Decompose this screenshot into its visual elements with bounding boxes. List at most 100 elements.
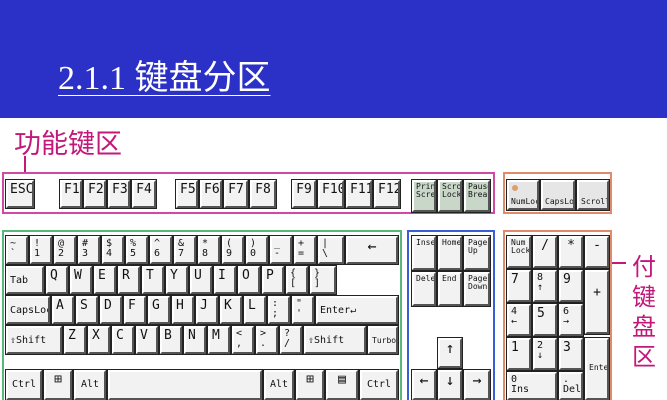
key-h[interactable]: H (171, 295, 195, 325)
key-backspace[interactable]: ← (345, 235, 399, 265)
key-arrow-left[interactable]: ← (411, 369, 437, 400)
key-u[interactable]: U (189, 265, 213, 295)
key-comma[interactable]: < , (231, 325, 255, 355)
key-left-alt[interactable]: Alt (73, 369, 107, 400)
key-x[interactable]: X (87, 325, 111, 355)
key-3[interactable]: # 3 (77, 235, 101, 265)
key-g[interactable]: G (147, 295, 171, 325)
key-equal[interactable]: + = (293, 235, 317, 265)
key-page-up[interactable]: Page Up (463, 235, 491, 271)
key-scroll-lock[interactable]: Scroll Lock (437, 179, 463, 213)
key-num-3[interactable]: 3 (558, 337, 584, 371)
key-arrow-up[interactable]: ↑ (437, 337, 463, 369)
key-num-1[interactable]: 1 (506, 337, 532, 371)
key-end[interactable]: End (437, 271, 463, 307)
key-semicolon[interactable]: : ; (267, 295, 291, 325)
key-c[interactable]: C (111, 325, 135, 355)
key-num-divide[interactable]: / (532, 235, 558, 269)
key-b[interactable]: B (159, 325, 183, 355)
key-0[interactable]: ) 0 (245, 235, 269, 265)
key-j[interactable]: J (195, 295, 219, 325)
key-num-lock[interactable]: Num Lock (506, 235, 532, 269)
key-i[interactable]: I (213, 265, 237, 295)
key-f6[interactable]: F6 (199, 179, 223, 209)
key-esc[interactable]: ESC (5, 179, 35, 209)
key-quote[interactable]: " ' (291, 295, 315, 325)
key-turbo[interactable]: Turbo (367, 325, 399, 355)
key-enter[interactable]: Enter↵ (315, 295, 399, 325)
key-num-6[interactable]: 6 → (558, 303, 584, 337)
key-pause-break[interactable]: Pause Break (463, 179, 491, 213)
key-slash[interactable]: ? / (279, 325, 303, 355)
key-v[interactable]: V (135, 325, 159, 355)
key-f12[interactable]: F12 (373, 179, 401, 209)
key-f4[interactable]: F4 (131, 179, 157, 209)
key-p[interactable]: P (261, 265, 285, 295)
key-insert[interactable]: Insert (411, 235, 437, 271)
key-num-9[interactable]: 9 (558, 269, 584, 303)
key-right-win[interactable]: ⊞ (295, 369, 325, 400)
key-print-screen[interactable]: Print Screen (411, 179, 437, 213)
key-arrow-down[interactable]: ↓ (437, 369, 463, 400)
key-q[interactable]: Q (45, 265, 69, 295)
key-left-win[interactable]: ⊞ (43, 369, 73, 400)
key-page-down[interactable]: Page Down (463, 271, 491, 307)
key-num-add[interactable]: + (584, 269, 610, 335)
key-minus[interactable]: _ - (269, 235, 293, 265)
key-f9[interactable]: F9 (291, 179, 317, 209)
key-6[interactable]: ^ 6 (149, 235, 173, 265)
key-n[interactable]: N (183, 325, 207, 355)
key-num-decimal[interactable]: . Del (558, 371, 584, 400)
key-o[interactable]: O (237, 265, 261, 295)
key-4[interactable]: $ 4 (101, 235, 125, 265)
key-num-subtract[interactable]: - (584, 235, 610, 269)
key-num-8[interactable]: 8 ↑ (532, 269, 558, 303)
key-z[interactable]: Z (63, 325, 87, 355)
key-f[interactable]: F (123, 295, 147, 325)
key-num-enter[interactable]: Enter (584, 337, 610, 400)
key-num-0[interactable]: 0 Ins (506, 371, 558, 400)
key-f2[interactable]: F2 (83, 179, 107, 209)
key-f1[interactable]: F1 (59, 179, 83, 209)
key-period[interactable]: > . (255, 325, 279, 355)
key-e[interactable]: E (93, 265, 117, 295)
key-arrow-right[interactable]: → (463, 369, 491, 400)
key-y[interactable]: Y (165, 265, 189, 295)
key-1[interactable]: ! 1 (29, 235, 53, 265)
key-right-ctrl[interactable]: Ctrl (359, 369, 399, 400)
key-capslock[interactable]: CapsLock (5, 295, 51, 325)
key-f8[interactable]: F8 (249, 179, 277, 209)
key-2[interactable]: @ 2 (53, 235, 77, 265)
key-left-bracket[interactable]: { [ (285, 265, 309, 295)
key-num-2[interactable]: 2 ↓ (532, 337, 558, 371)
key-f7[interactable]: F7 (223, 179, 249, 209)
key-num-multiply[interactable]: * (558, 235, 584, 269)
key-k[interactable]: K (219, 295, 243, 325)
key-f10[interactable]: F10 (317, 179, 345, 209)
key-right-alt[interactable]: Alt (263, 369, 295, 400)
key-right-shift[interactable]: ⇧Shift (303, 325, 367, 355)
key-d[interactable]: D (99, 295, 123, 325)
key-l[interactable]: L (243, 295, 267, 325)
key-f11[interactable]: F11 (345, 179, 373, 209)
key-delete[interactable]: Delete (411, 271, 437, 307)
key-home[interactable]: Home (437, 235, 463, 271)
key-right-bracket[interactable]: } ] (309, 265, 337, 295)
key-tab[interactable]: Tab (5, 265, 45, 295)
key-f3[interactable]: F3 (107, 179, 131, 209)
key-menu[interactable]: ▤ (325, 369, 359, 400)
key-num-7[interactable]: 7 (506, 269, 532, 303)
key-num-4[interactable]: 4 ← (506, 303, 532, 337)
key-left-ctrl[interactable]: Ctrl (5, 369, 43, 400)
key-9[interactable]: ( 9 (221, 235, 245, 265)
key-space[interactable] (107, 369, 263, 400)
key-5[interactable]: % 5 (125, 235, 149, 265)
key-num-5[interactable]: 5 (532, 303, 558, 337)
key-backslash[interactable]: | \ (317, 235, 345, 265)
key-m[interactable]: M (207, 325, 231, 355)
key-t[interactable]: T (141, 265, 165, 295)
key-f5[interactable]: F5 (175, 179, 199, 209)
key-s[interactable]: S (75, 295, 99, 325)
key-r[interactable]: R (117, 265, 141, 295)
key-w[interactable]: W (69, 265, 93, 295)
